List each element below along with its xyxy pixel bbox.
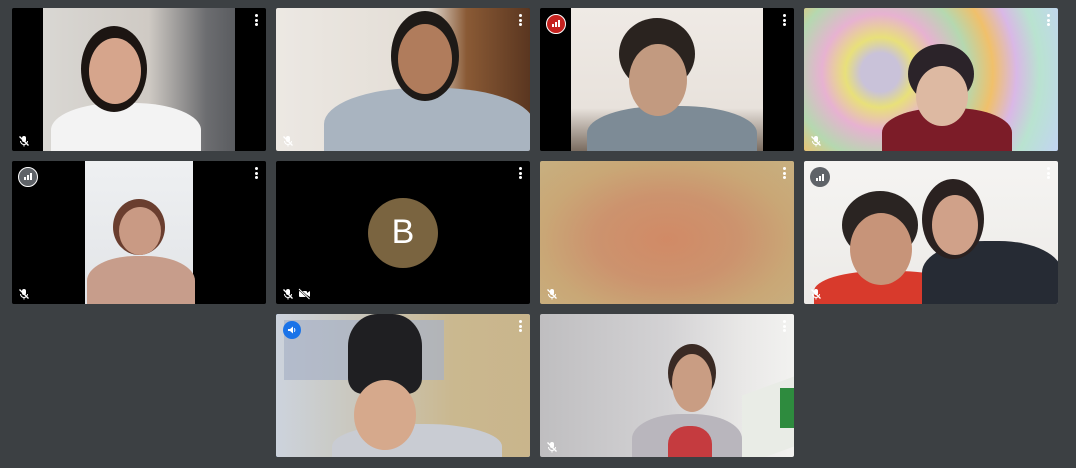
more-options-icon[interactable] (1046, 14, 1050, 26)
mic-off-icon (547, 289, 557, 300)
participant-video (276, 8, 530, 151)
participant-tile-10[interactable] (540, 314, 794, 457)
mic-off-icon (283, 136, 293, 147)
participant-video (85, 161, 195, 304)
mic-off-icon (19, 136, 29, 147)
more-options-icon[interactable] (518, 167, 522, 179)
speaker-badge-icon (283, 321, 301, 339)
more-options-icon[interactable] (518, 320, 522, 332)
participant-video (804, 8, 1058, 151)
more-options-icon[interactable] (254, 167, 258, 179)
signal-bars-icon (18, 167, 38, 187)
participant-tile-4[interactable] (804, 8, 1058, 151)
mic-off-icon (811, 289, 821, 300)
more-options-icon[interactable] (782, 167, 786, 179)
participant-tile-5[interactable] (12, 161, 266, 304)
participant-video (276, 314, 530, 457)
participant-tile-7[interactable] (540, 161, 794, 304)
mic-off-icon (19, 289, 29, 300)
mic-off-icon (811, 136, 821, 147)
more-options-icon[interactable] (782, 14, 786, 26)
participant-tile-8[interactable] (804, 161, 1058, 304)
videocam-off-icon (298, 288, 311, 300)
mic-off-icon (547, 442, 557, 453)
participant-tile-2[interactable] (276, 8, 530, 151)
participant-video (571, 8, 763, 151)
more-options-icon[interactable] (518, 14, 522, 26)
signal-bars-icon (810, 167, 830, 187)
participant-video (43, 8, 235, 151)
more-options-icon[interactable] (782, 320, 786, 332)
participant-tile-3[interactable] (540, 8, 794, 151)
participant-video (540, 314, 794, 457)
participant-video (540, 161, 794, 304)
more-options-icon[interactable] (254, 14, 258, 26)
signal-bars-icon (546, 14, 566, 34)
more-options-icon[interactable] (1046, 167, 1050, 179)
participant-tile-1[interactable] (12, 8, 266, 151)
mic-off-icon (283, 289, 293, 300)
participant-tile-9[interactable] (276, 314, 530, 457)
avatar: B (368, 197, 438, 268)
participant-video (804, 161, 1058, 304)
participant-tile-6[interactable]: B (276, 161, 530, 304)
